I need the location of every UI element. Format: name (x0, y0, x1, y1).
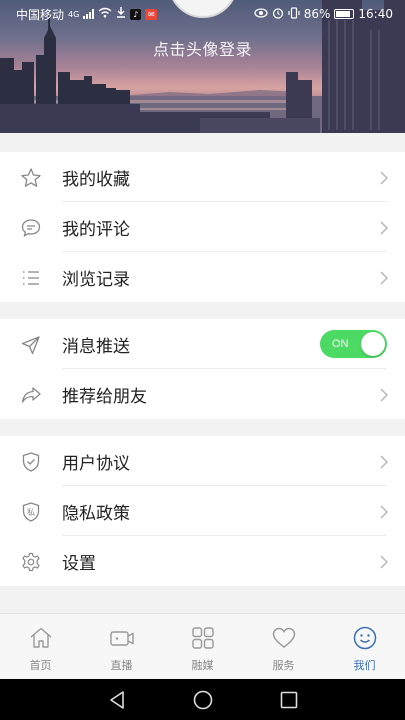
menu-item-user-agreement[interactable]: 用户协议 (0, 436, 405, 486)
tab-label: 融媒 (191, 659, 214, 672)
menu-item-label: 隐私政策 (62, 503, 130, 524)
send-icon (21, 336, 40, 355)
menu-item-label: 用户协议 (62, 453, 130, 474)
home-icon (30, 627, 51, 648)
tab-home[interactable]: 首页 (0, 614, 81, 679)
privacy-shield-icon: 私 (22, 502, 40, 522)
menu-item-label: 设置 (62, 553, 96, 574)
tab-label: 首页 (29, 659, 52, 672)
alarm-icon (272, 7, 284, 22)
tab-label: 服务 (272, 659, 295, 672)
svg-text:私: 私 (27, 508, 35, 517)
menu-item-label: 浏览记录 (62, 269, 130, 290)
menu-item-label: 我的收藏 (62, 169, 130, 190)
home-circle-icon[interactable] (192, 689, 214, 711)
chevron-right-icon (380, 171, 388, 185)
vibrate-icon (288, 6, 300, 22)
back-icon[interactable] (106, 689, 128, 711)
chevron-right-icon (380, 555, 388, 569)
carrier-label: 中国移动 (16, 7, 65, 22)
share-icon (21, 387, 41, 403)
login-prompt[interactable]: 点击头像登录 (0, 36, 405, 60)
profile-header: 中国移动 4G ♪ ✉ 86% 16:40 点击头像登录 (0, 0, 405, 133)
comment-icon (21, 219, 41, 238)
menu-item-privacy-policy[interactable]: 私 隐私政策 (0, 486, 405, 536)
tab-about-us[interactable]: 我们 (324, 614, 405, 679)
menu-group-settings: 用户协议 私 隐私政策 设置 (0, 436, 405, 586)
toggle-knob (361, 332, 385, 356)
status-bar: 中国移动 4G ♪ ✉ 86% 16:40 (0, 0, 405, 28)
gear-icon (22, 552, 40, 572)
chevron-right-icon (380, 388, 388, 402)
network-type-label: 4G (68, 9, 80, 19)
menu-item-label: 消息推送 (62, 336, 130, 357)
eye-icon (254, 7, 268, 21)
toggle-state-label: ON (332, 338, 349, 350)
clock: 16:40 (358, 7, 393, 21)
signal-icon (83, 9, 95, 19)
menu-group-social: 消息推送 ON 推荐给朋友 (0, 319, 405, 419)
tab-label: 我们 (353, 659, 376, 672)
tab-services[interactable]: 服务 (243, 614, 324, 679)
menu-item-push-notifications: 消息推送 ON (0, 319, 405, 369)
menu-item-settings[interactable]: 设置 (0, 536, 405, 586)
menu-item-favorites[interactable]: 我的收藏 (0, 152, 405, 202)
menu-item-label: 我的评论 (62, 219, 130, 240)
wifi-icon (98, 7, 112, 21)
push-toggle[interactable]: ON (320, 330, 387, 358)
menu-item-recommend[interactable]: 推荐给朋友 (0, 369, 405, 419)
battery-percent: 86% (303, 7, 331, 21)
menu-item-comments[interactable]: 我的评论 (0, 202, 405, 252)
menu-item-history[interactable]: 浏览记录 (0, 252, 405, 302)
tab-label: 直播 (110, 659, 133, 672)
tab-media[interactable]: 融媒 (162, 614, 243, 679)
download-icon (116, 7, 126, 21)
list-icon (23, 271, 39, 285)
chevron-right-icon (380, 455, 388, 469)
bottom-tab-bar: 首页 直播 融媒 服务 我们 (0, 613, 405, 679)
tab-live[interactable]: 直播 (81, 614, 162, 679)
system-nav-bar (0, 679, 405, 720)
recent-apps-icon[interactable] (278, 689, 300, 711)
tiktok-icon: ♪ (130, 8, 142, 20)
live-camera-icon (109, 631, 134, 646)
menu-group-personal: 我的收藏 我的评论 浏览记录 (0, 152, 405, 302)
shield-check-icon (22, 452, 40, 472)
heart-icon (272, 627, 295, 648)
app-notification-icon: ✉ (145, 8, 158, 20)
menu-item-label: 推荐给朋友 (62, 386, 147, 407)
chevron-right-icon (380, 505, 388, 519)
chevron-right-icon (380, 271, 388, 285)
smiley-icon (353, 626, 376, 650)
battery-icon (334, 9, 355, 19)
grid-icon (191, 627, 214, 649)
star-icon (21, 168, 41, 187)
chevron-right-icon (380, 221, 388, 235)
